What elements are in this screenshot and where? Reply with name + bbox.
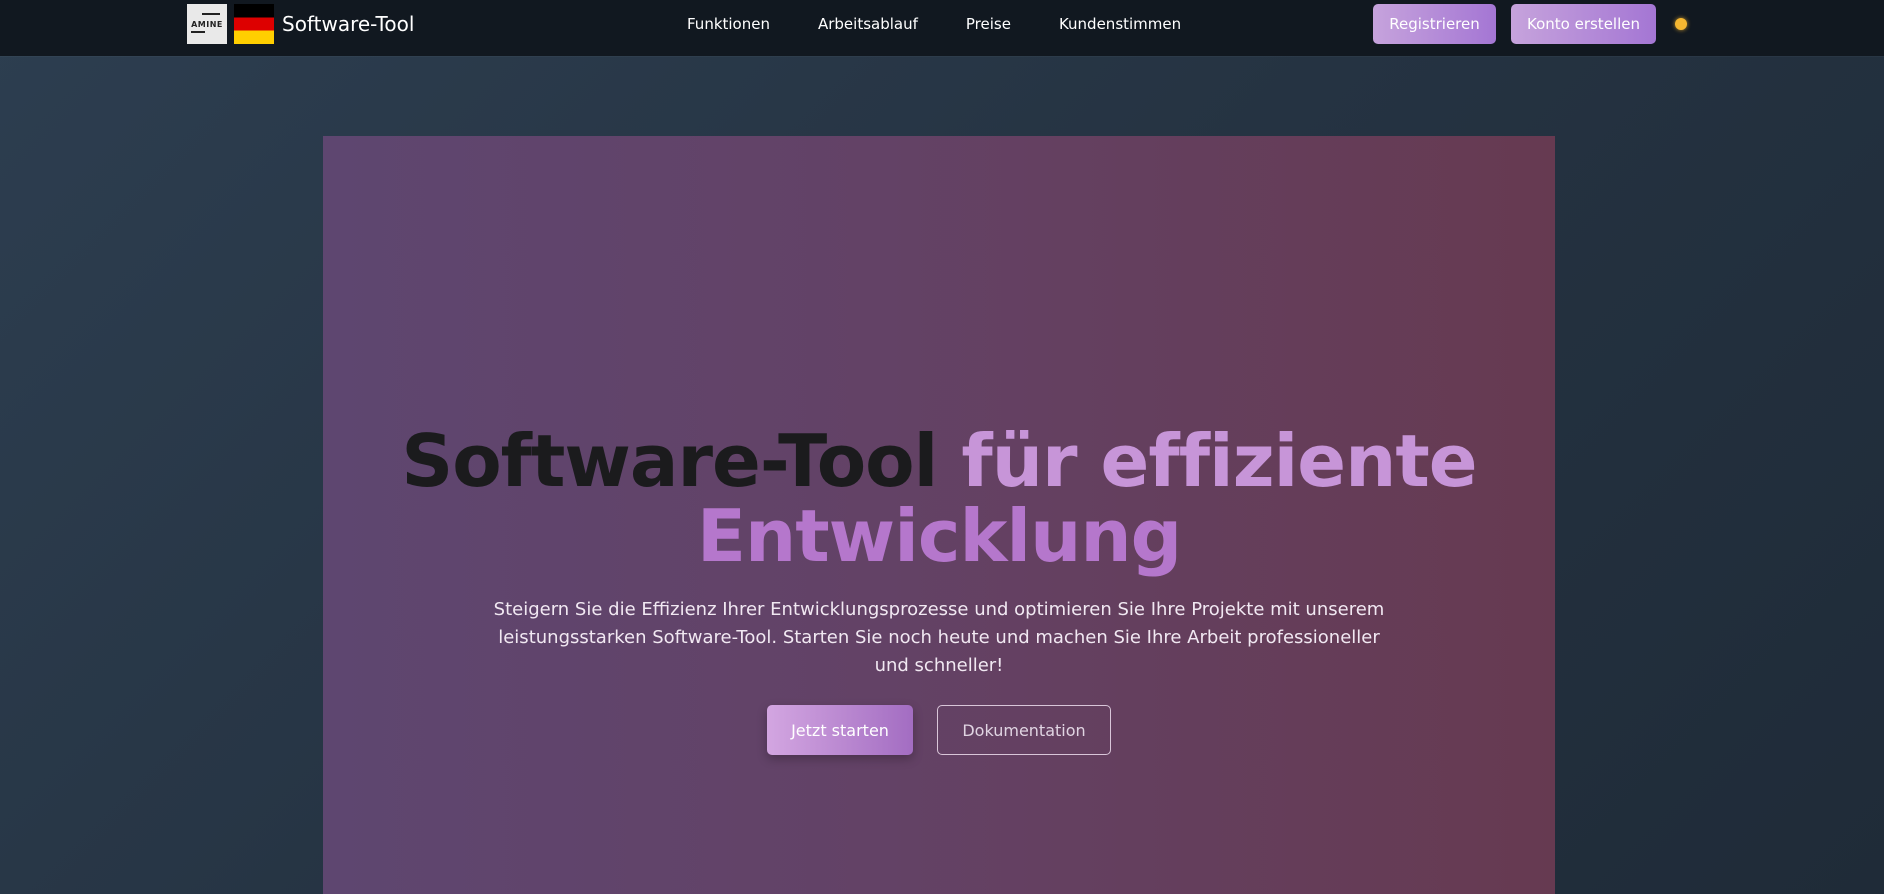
navbar: AMINE Software-Tool Funktionen Arbeitsab… [0, 0, 1884, 56]
create-account-button[interactable]: Konto erstellen [1511, 4, 1656, 44]
hero-title: Software-Tool für effiziente Entwicklung [323, 424, 1555, 574]
hero-subtitle: Steigern Sie die Effizienz Ihrer Entwick… [493, 599, 1385, 676]
logo-text: AMINE [191, 19, 223, 29]
amine-logo[interactable]: AMINE [187, 4, 227, 44]
hero-title-brand: Software-Tool [401, 419, 938, 503]
hero-title-accent-line2: Entwicklung [696, 494, 1182, 578]
brand-name[interactable]: Software-Tool [282, 12, 414, 36]
brand[interactable]: AMINE Software-Tool [187, 4, 414, 44]
theme-toggle-sun-icon[interactable] [1675, 18, 1687, 30]
hero-buttons: Jetzt starten Dokumentation [323, 705, 1555, 755]
register-button[interactable]: Registrieren [1373, 4, 1496, 44]
nav-link-arbeitsablauf[interactable]: Arbeitsablauf [818, 15, 918, 33]
documentation-button[interactable]: Dokumentation [937, 705, 1111, 755]
nav-link-preise[interactable]: Preise [966, 15, 1011, 33]
nav-links: Funktionen Arbeitsablauf Preise Kundenst… [687, 0, 1181, 48]
german-flag-icon[interactable] [234, 4, 274, 44]
hero-title-accent: für effiziente [961, 419, 1477, 503]
get-started-button[interactable]: Jetzt starten [767, 705, 913, 755]
nav-link-kundenstimmen[interactable]: Kundenstimmen [1059, 15, 1181, 33]
nav-link-funktionen[interactable]: Funktionen [687, 15, 770, 33]
hero-section: Software-Tool für effiziente Entwicklung… [323, 136, 1555, 894]
